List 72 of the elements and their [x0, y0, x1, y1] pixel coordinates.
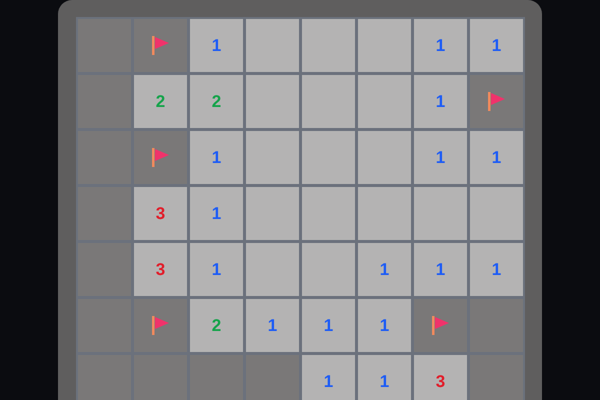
mine-count: 1	[212, 37, 222, 54]
mine-count: 1	[324, 373, 334, 390]
revealed-cell[interactable]	[358, 19, 411, 72]
mine-count: 1	[436, 149, 446, 166]
flagged-cell[interactable]	[134, 131, 187, 184]
mine-count: 2	[212, 317, 222, 334]
number-cell[interactable]: 2	[134, 75, 187, 128]
mine-count: 1	[492, 37, 502, 54]
revealed-cell[interactable]	[246, 187, 299, 240]
number-cell[interactable]: 1	[302, 299, 355, 352]
revealed-cell[interactable]	[246, 75, 299, 128]
number-cell[interactable]: 1	[470, 131, 523, 184]
mine-count: 1	[436, 37, 446, 54]
number-cell[interactable]: 1	[190, 187, 243, 240]
number-cell[interactable]: 1	[358, 299, 411, 352]
mine-count: 1	[268, 317, 278, 334]
mine-count: 1	[380, 373, 390, 390]
number-cell[interactable]: 2	[190, 75, 243, 128]
number-cell[interactable]: 1	[246, 299, 299, 352]
number-cell[interactable]: 1	[414, 131, 467, 184]
number-cell[interactable]: 1	[190, 131, 243, 184]
flagged-cell[interactable]	[414, 299, 467, 352]
flagged-cell[interactable]	[134, 299, 187, 352]
number-cell[interactable]: 1	[414, 19, 467, 72]
mine-count: 1	[212, 261, 222, 278]
mine-count: 2	[156, 93, 166, 110]
number-cell[interactable]: 1	[190, 243, 243, 296]
flag-icon	[432, 316, 449, 335]
number-cell[interactable]: 1	[190, 19, 243, 72]
mine-count: 3	[156, 205, 166, 222]
revealed-cell[interactable]	[302, 75, 355, 128]
revealed-cell[interactable]	[246, 243, 299, 296]
mine-count: 2	[212, 93, 222, 110]
flagged-cell[interactable]	[470, 75, 523, 128]
mine-count: 3	[156, 261, 166, 278]
mine-count: 1	[380, 261, 390, 278]
mine-count: 3	[436, 373, 446, 390]
mine-count: 1	[380, 317, 390, 334]
mine-count: 1	[212, 205, 222, 222]
revealed-cell[interactable]	[302, 187, 355, 240]
revealed-cell[interactable]	[358, 131, 411, 184]
flag-icon	[488, 92, 505, 111]
flag-icon	[152, 36, 169, 55]
revealed-cell[interactable]	[246, 19, 299, 72]
number-cell[interactable]: 1	[470, 243, 523, 296]
number-cell[interactable]: 1	[414, 75, 467, 128]
flag-icon	[152, 148, 169, 167]
flag-icon	[152, 316, 169, 335]
revealed-cell[interactable]	[302, 19, 355, 72]
number-cell[interactable]: 1	[470, 19, 523, 72]
revealed-cell[interactable]	[414, 187, 467, 240]
mine-count: 1	[324, 317, 334, 334]
mine-count: 1	[436, 93, 446, 110]
revealed-cell[interactable]	[358, 75, 411, 128]
mine-count: 1	[436, 261, 446, 278]
revealed-cell[interactable]	[246, 131, 299, 184]
mine-count: 1	[212, 149, 222, 166]
number-cell[interactable]: 1	[358, 243, 411, 296]
number-cell[interactable]: 1	[358, 355, 411, 400]
revealed-cell[interactable]	[358, 187, 411, 240]
number-cell[interactable]: 3	[134, 243, 187, 296]
number-cell[interactable]: 3	[414, 355, 467, 400]
mine-count: 1	[492, 261, 502, 278]
revealed-cell[interactable]	[470, 187, 523, 240]
number-cell[interactable]: 1	[414, 243, 467, 296]
number-cell[interactable]: 1	[302, 355, 355, 400]
flagged-cell[interactable]	[134, 19, 187, 72]
revealed-cell[interactable]	[302, 243, 355, 296]
number-cell[interactable]: 3	[134, 187, 187, 240]
mine-count: 1	[492, 149, 502, 166]
number-cell[interactable]: 2	[190, 299, 243, 352]
revealed-cell[interactable]	[302, 131, 355, 184]
